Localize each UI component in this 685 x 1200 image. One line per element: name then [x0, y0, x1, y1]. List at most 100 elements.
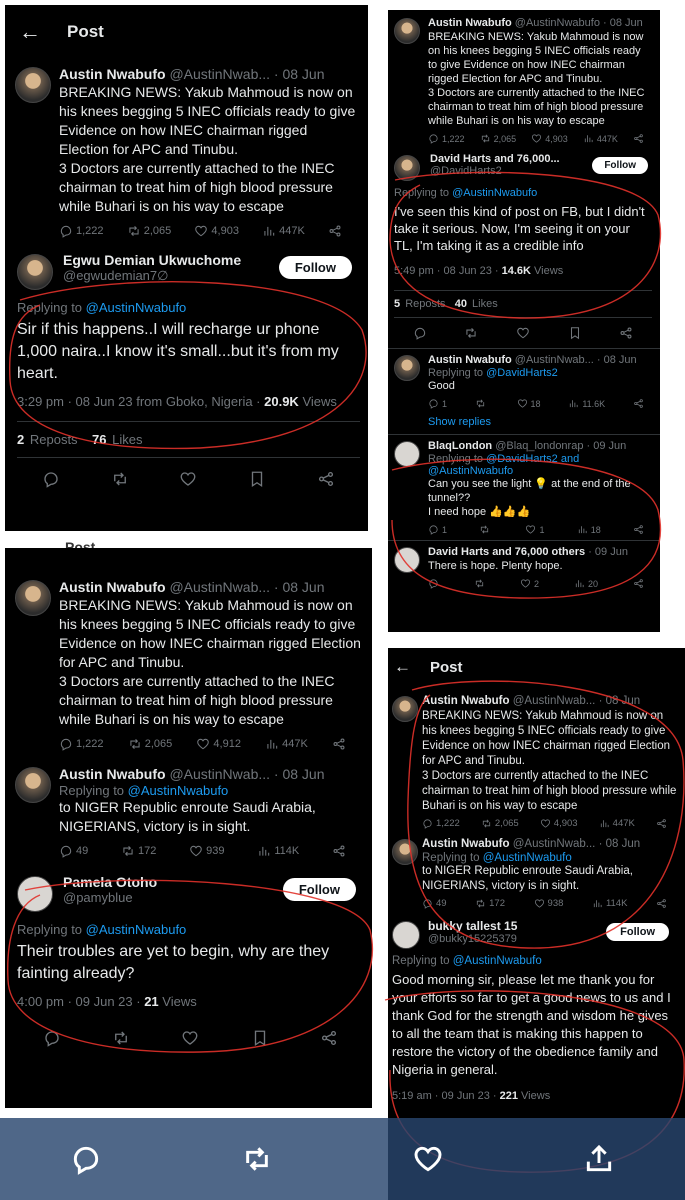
author-name[interactable]: Austin Nwabufo [428, 17, 512, 29]
reposts-link[interactable]: Reposts [30, 432, 78, 447]
reply-icon[interactable] [43, 1029, 61, 1047]
reply-button[interactable]: 49 [422, 898, 447, 909]
share-button[interactable] [328, 224, 342, 238]
mention-link[interactable]: @AustinNwabufo [128, 783, 229, 798]
repost-icon[interactable] [112, 1029, 130, 1047]
like-button[interactable]: 1 [525, 524, 545, 535]
views-button[interactable]: 18 [577, 524, 601, 535]
follow-button[interactable]: Follow [592, 157, 648, 174]
repost-icon[interactable] [464, 326, 478, 340]
main-tweet[interactable]: Austin Nwabufo @AustinNwab... · 08 Jun B… [5, 65, 368, 246]
reply-button[interactable]: 49 [59, 844, 88, 858]
bookmark-icon[interactable] [568, 326, 582, 340]
avatar[interactable] [394, 355, 420, 381]
like-button[interactable]: 4,903 [531, 133, 568, 144]
like-button[interactable]: 4,903 [540, 818, 578, 829]
share-button[interactable] [633, 133, 644, 144]
repost-button[interactable]: 2,065 [127, 224, 171, 238]
reposts-link[interactable]: Reposts [405, 298, 445, 310]
likes-link[interactable]: Likes [472, 298, 498, 310]
thread-tweet[interactable]: Austin Nwabufo @AustinNwab... · 08 Jun R… [388, 833, 685, 913]
main-tweet[interactable]: Austin Nwabufo @AustinNwab... · 08 Jun B… [5, 548, 372, 759]
share-icon[interactable] [320, 1029, 338, 1047]
reply-icon[interactable] [413, 326, 427, 340]
reply-button[interactable]: 1 [428, 398, 447, 409]
like-icon[interactable] [412, 1143, 444, 1175]
follow-button[interactable]: Follow [278, 256, 352, 279]
avatar[interactable] [17, 254, 53, 290]
repost-button[interactable]: 2,065 [128, 737, 172, 751]
reply-tweet[interactable]: David Harts and 76,000 others · 09 Jun T… [388, 541, 660, 594]
like-icon[interactable] [179, 470, 197, 488]
author-name[interactable]: Austin Nwabufo [428, 354, 512, 366]
main-tweet[interactable]: Austin Nwabufo @AustinNwab... · 08 Jun B… [388, 686, 685, 833]
repost-button[interactable]: 2,065 [481, 818, 519, 829]
like-button[interactable]: 939 [189, 844, 225, 858]
avatar[interactable] [394, 441, 420, 467]
share-button[interactable] [332, 737, 346, 751]
reply-button[interactable]: 1,222 [422, 818, 460, 829]
reply-tweet[interactable]: BlaqLondon @Blaq_londonrap · 09 Jun Repl… [388, 435, 660, 540]
share-icon[interactable] [317, 470, 335, 488]
views-button[interactable]: 447K [599, 818, 635, 829]
likes-link[interactable]: Likes [112, 432, 142, 447]
author-name[interactable]: Austin Nwabufo [59, 766, 166, 782]
repost-button[interactable]: 2,065 [480, 133, 516, 144]
repost-button[interactable] [474, 578, 485, 589]
share-button[interactable] [633, 398, 644, 409]
author-name[interactable]: Austin Nwabufo [422, 695, 510, 707]
avatar[interactable] [15, 580, 51, 616]
views-button[interactable]: 114K [592, 898, 627, 909]
avatar[interactable] [17, 876, 53, 912]
share-button[interactable] [633, 578, 644, 589]
avatar[interactable] [15, 767, 51, 803]
share-button[interactable] [656, 898, 667, 909]
repost-button[interactable]: 172 [121, 844, 156, 858]
like-button[interactable]: 2 [520, 578, 539, 589]
avatar[interactable] [394, 155, 420, 181]
mention-link[interactable]: @AustinNwabufo [86, 300, 187, 315]
like-button[interactable]: 4,912 [196, 737, 241, 751]
like-button[interactable]: 4,903 [194, 224, 239, 238]
like-icon[interactable] [181, 1029, 199, 1047]
avatar[interactable] [394, 18, 420, 44]
views-button[interactable]: 11.6K [568, 398, 605, 409]
repost-icon[interactable] [241, 1143, 273, 1175]
mention-link[interactable]: @AustinNwabufo [452, 187, 537, 199]
repost-button[interactable]: 172 [475, 898, 505, 909]
author-name[interactable]: BlaqLondon [428, 440, 492, 452]
avatar[interactable] [392, 696, 418, 722]
thread-tweet[interactable]: Austin Nwabufo @AustinNwab... · 08 Jun R… [5, 759, 372, 866]
reply-button[interactable] [428, 578, 439, 589]
bookmark-icon[interactable] [251, 1029, 269, 1047]
upload-icon[interactable] [583, 1143, 615, 1175]
like-button[interactable]: 18 [517, 398, 541, 409]
avatar[interactable] [392, 839, 418, 865]
views-button[interactable]: 114K [257, 844, 299, 858]
mention-link[interactable]: @AustinNwabufo [453, 955, 542, 967]
share-icon[interactable] [619, 326, 633, 340]
author-name[interactable]: Austin Nwabufo [422, 838, 510, 850]
repost-button[interactable] [475, 398, 489, 409]
bookmark-icon[interactable] [248, 470, 266, 488]
show-replies-link[interactable]: Show replies [388, 414, 660, 434]
views-button[interactable]: 447K [262, 224, 305, 238]
views-button[interactable]: 447K [265, 737, 308, 751]
views-button[interactable]: 447K [583, 133, 618, 144]
share-button[interactable] [633, 524, 644, 535]
back-arrow-icon[interactable]: ← [394, 657, 430, 677]
like-button[interactable]: 938 [534, 898, 563, 909]
like-icon[interactable] [516, 326, 530, 340]
views-button[interactable]: 20 [574, 578, 598, 589]
avatar[interactable] [392, 921, 420, 949]
follow-button[interactable]: Follow [606, 923, 669, 941]
reply-button[interactable]: 1 [428, 524, 447, 535]
reply-icon[interactable] [70, 1143, 102, 1175]
avatar[interactable] [394, 547, 420, 573]
mention-link[interactable]: @DavidHarts2 [486, 367, 558, 379]
reply-icon[interactable] [42, 470, 60, 488]
reply-button[interactable]: 1,222 [59, 224, 104, 238]
reply-button[interactable]: 1,222 [428, 133, 465, 144]
main-tweet[interactable]: Austin Nwabufo @AustinNwabufo · 08 Jun B… [388, 10, 660, 149]
repost-button[interactable] [479, 524, 493, 535]
